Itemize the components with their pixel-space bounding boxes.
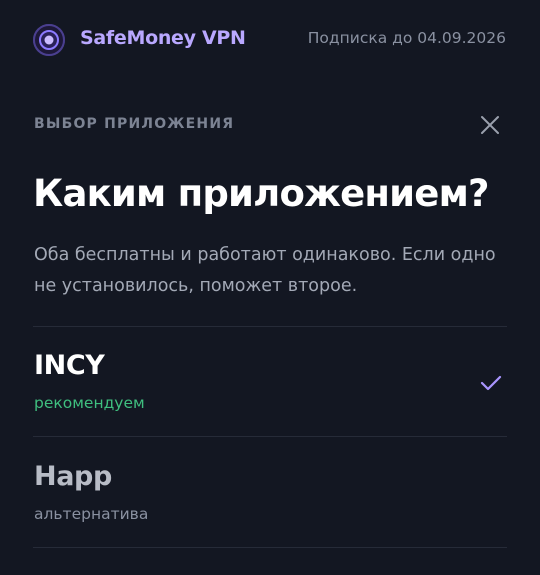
- option-name: INCY: [34, 350, 105, 381]
- close-button[interactable]: [478, 113, 502, 137]
- option-recommended-label: рекомендуем: [34, 394, 145, 412]
- header: SafeMoney VPN Подписка до 04.09.2026: [0, 0, 540, 78]
- brand-name: SafeMoney VPN: [80, 27, 246, 49]
- option-alternative-label: альтернатива: [34, 505, 149, 523]
- subscription-status: Подписка до 04.09.2026: [307, 29, 506, 47]
- section-label: ВЫБОР ПРИЛОЖЕНИЯ: [34, 116, 235, 132]
- page-title: Каким приложением?: [33, 172, 489, 215]
- app-screen: SafeMoney VPN Подписка до 04.09.2026 ВЫБ…: [0, 0, 540, 575]
- description-text: Оба бесплатны и работают одинаково. Если…: [34, 245, 496, 296]
- option-happ[interactable]: Happ альтернатива: [0, 437, 540, 545]
- close-icon: [481, 116, 499, 134]
- option-name: Happ: [34, 461, 112, 492]
- option-incy[interactable]: INCY рекомендуем: [0, 327, 540, 435]
- vpn-logo-icon: [33, 24, 65, 56]
- checkmark-icon: [479, 373, 503, 393]
- divider: [33, 547, 507, 548]
